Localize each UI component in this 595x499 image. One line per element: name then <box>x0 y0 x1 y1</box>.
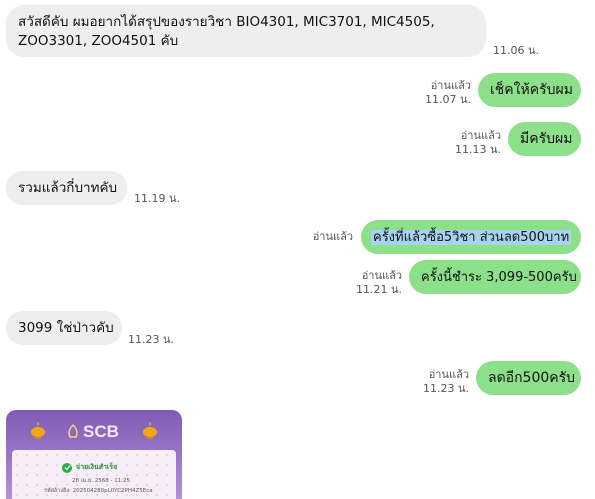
bank-name: SCB <box>83 422 119 441</box>
message-bubble-outgoing[interactable]: เช็คให้ครับผม <box>478 73 581 107</box>
message-text: ลดอีก500ครับ <box>488 370 576 386</box>
message-text: รวมแล้วกี่บาทคับ <box>18 180 118 196</box>
payment-status: จ่ายเงินสำเร็จ <box>62 462 117 473</box>
scb-logo: SCB <box>66 422 119 442</box>
message-text: 3099 ใช่ป่าวคับ <box>18 320 114 336</box>
message-bubble-incoming[interactable]: 3099 ใช่ป่าวคับ <box>6 311 122 345</box>
read-receipt: อ่านแล้ว <box>430 79 471 92</box>
read-receipt: อ่านแล้ว <box>361 269 402 282</box>
message-bubble-incoming[interactable]: รวมแล้วกี่บาทคับ <box>6 171 127 205</box>
lantern-icon <box>143 422 157 439</box>
message-time: 11.13 น. <box>454 143 501 156</box>
status-text: จ่ายเงินสำเร็จ <box>76 463 118 471</box>
message-time: 11.21 น. <box>355 283 402 296</box>
slip-date: 28 เม.ย. 2568 - 11:25 <box>72 478 131 484</box>
check-icon <box>62 462 72 473</box>
message-time: 11.19 น. <box>134 192 181 205</box>
payment-slip-image[interactable]: SCB จ่ายเงินสำเร็จ 28 เม.ย. 2568 - 11:25… <box>6 410 182 499</box>
message-text: ZOO3301, ZOO4501 คับ <box>18 33 179 49</box>
message-bubble-outgoing[interactable]: มีครับผม <box>508 122 581 156</box>
read-receipt: อ่านแล้ว <box>428 368 469 381</box>
message-text: มีครับผม <box>520 131 573 147</box>
message-time: 11.06 น. <box>493 44 540 57</box>
lantern-icon <box>31 422 45 439</box>
message-time: 11.23 น. <box>128 333 175 346</box>
message-text: เช็คให้ครับผม <box>490 82 573 98</box>
message-time: 11.23 น. <box>422 382 469 395</box>
message-time: 11.07 น. <box>424 93 471 106</box>
read-receipt: อ่านแล้ว <box>460 129 501 142</box>
scb-emblem-icon <box>68 424 78 438</box>
message-bubble-outgoing[interactable]: ครั้งที่แล้วซื้อ5วิชา ส่วนลด500บาท <box>361 220 581 254</box>
selected-message-text: ครั้งที่แล้วซื้อ5วิชา ส่วนลด500บาท <box>371 230 572 245</box>
message-bubble-outgoing[interactable]: ลดอีก500ครับ <box>476 361 581 395</box>
message-text: สวัสดีคับ ผมอยากได้สรุปของรายวิชา BIO430… <box>18 14 435 30</box>
message-text: ครั้งนี้ชำระ 3,099-500ครับ <box>421 270 577 285</box>
message-bubble-outgoing[interactable]: ครั้งนี้ชำระ 3,099-500ครับ <box>409 260 581 294</box>
message-bubble-incoming[interactable]: สวัสดีคับ ผมอยากได้สรุปของรายวิชา BIO430… <box>6 5 486 57</box>
slip-reference: รหัสอ้างอิง: 202504280pL0YC2PH4Z5Eca <box>44 488 153 494</box>
read-receipt: อ่านแล้ว <box>312 230 353 243</box>
